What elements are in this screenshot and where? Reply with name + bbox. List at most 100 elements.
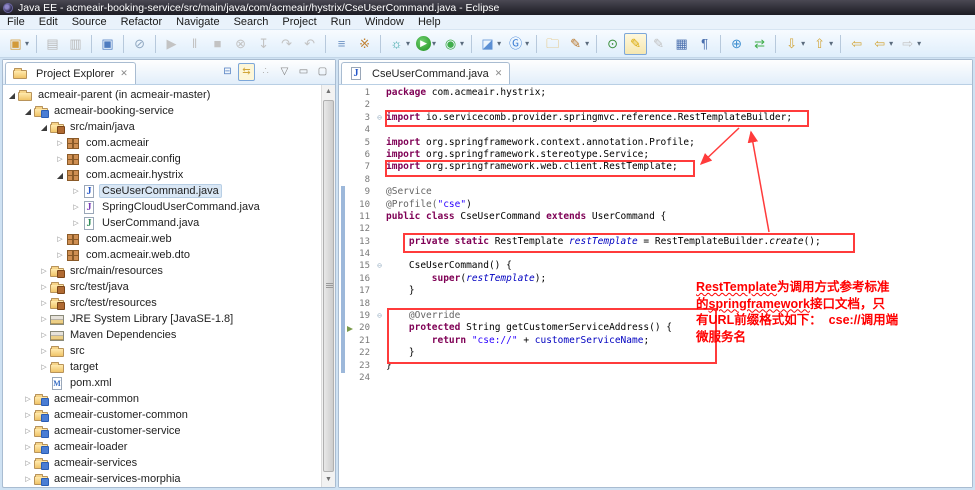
new-button[interactable]: ▣▾: [4, 33, 32, 55]
tree-item-acmeair-customer-common[interactable]: ▷acmeair-customer-common: [3, 407, 321, 423]
expand-arrow-icon[interactable]: ▷: [39, 315, 49, 323]
tree-item-com-acmeair[interactable]: ▷com.acmeair: [3, 135, 321, 151]
menu-file[interactable]: File: [0, 15, 32, 30]
run-button[interactable]: ▶▾: [413, 33, 439, 55]
menu-edit[interactable]: Edit: [32, 15, 65, 30]
maximize-button[interactable]: ▢: [314, 63, 331, 81]
forward-button[interactable]: ⇨▾: [896, 33, 924, 55]
expand-arrow-icon[interactable]: ▷: [39, 331, 49, 339]
project-tree[interactable]: ◢acmeair-parent (in acmeair-master)◢acme…: [3, 85, 321, 487]
tree-item-acmeair-services[interactable]: ▷acmeair-services: [3, 455, 321, 471]
show-source-table-button[interactable]: ▦: [670, 33, 693, 55]
fold-minus-icon[interactable]: ⊖: [373, 310, 386, 322]
expand-arrow-icon[interactable]: ▷: [23, 427, 33, 435]
tree-item-maven-dependencies[interactable]: ▷Maven Dependencies: [3, 327, 321, 343]
link-with-editor-button[interactable]: ⇆: [238, 63, 255, 81]
search-javadoc-button[interactable]: ✎▾: [564, 33, 592, 55]
new-web-project-button[interactable]: ◪▾: [476, 33, 504, 55]
expand-arrow-icon[interactable]: ▷: [23, 411, 33, 419]
import-button[interactable]: ⇩▾: [780, 33, 808, 55]
synchronize-button[interactable]: ⇄: [748, 33, 771, 55]
collapse-arrow-icon[interactable]: ◢: [39, 123, 49, 132]
expand-arrow-icon[interactable]: ▷: [55, 139, 65, 147]
tree-item-src-main-java[interactable]: ◢src/main/java: [3, 119, 321, 135]
tree-item-acmeair-loader[interactable]: ▷acmeair-loader: [3, 439, 321, 455]
menu-source[interactable]: Source: [65, 15, 114, 30]
focus-on-active-task-button[interactable]: ∴: [257, 63, 274, 81]
coverage-button[interactable]: ◉▾: [439, 33, 467, 55]
menu-navigate[interactable]: Navigate: [169, 15, 226, 30]
menu-run[interactable]: Run: [324, 15, 358, 30]
expand-arrow-icon[interactable]: ▷: [39, 283, 49, 291]
expand-arrow-icon[interactable]: ▷: [23, 475, 33, 483]
save-button[interactable]: ▤: [41, 33, 64, 55]
resume-button[interactable]: ▶: [160, 33, 183, 55]
tree-item-com-acmeair-web-dto[interactable]: ▷com.acmeair.web.dto: [3, 247, 321, 263]
collapse-arrow-icon[interactable]: ◢: [23, 107, 33, 116]
menu-refactor[interactable]: Refactor: [114, 15, 170, 30]
menu-window[interactable]: Window: [358, 15, 411, 30]
tree-item-src-test-resources[interactable]: ▷src/test/resources: [3, 295, 321, 311]
tree-item-pom-xml[interactable]: Mpom.xml: [3, 375, 321, 391]
tree-item-src-main-resources[interactable]: ▷src/main/resources: [3, 263, 321, 279]
step-into-button[interactable]: ↧: [252, 33, 275, 55]
fold-minus-icon[interactable]: ⊖: [373, 112, 386, 124]
expand-arrow-icon[interactable]: ▷: [71, 219, 81, 227]
tab-cseusercommand-java[interactable]: J CseUserCommand.java ✕: [341, 62, 510, 84]
open-resource-button[interactable]: 🗀: [541, 33, 564, 55]
terminate-button[interactable]: ■: [206, 33, 229, 55]
tree-item-acmeair-parent-in-acmeair-master[interactable]: ◢acmeair-parent (in acmeair-master): [3, 87, 321, 103]
expand-arrow-icon[interactable]: ▷: [23, 443, 33, 451]
expand-arrow-icon[interactable]: ▷: [55, 155, 65, 163]
expand-arrow-icon[interactable]: ▷: [39, 347, 49, 355]
step-return-button[interactable]: ↶: [298, 33, 321, 55]
tree-item-acmeair-customer-service[interactable]: ▷acmeair-customer-service: [3, 423, 321, 439]
mark-occurrences-button[interactable]: ✎: [624, 33, 647, 55]
expand-arrow-icon[interactable]: ▷: [39, 299, 49, 307]
suspend-button[interactable]: ‖: [183, 33, 206, 55]
show-whitespace-button[interactable]: ¶: [693, 33, 716, 55]
tree-item-cseusercommand-java[interactable]: ▷JCseUserCommand.java: [3, 183, 321, 199]
external-tools-button[interactable]: ※: [353, 33, 376, 55]
expand-arrow-icon[interactable]: ▷: [23, 395, 33, 403]
save-all-button[interactable]: ▥: [64, 33, 87, 55]
fold-minus-icon[interactable]: ⊖: [373, 260, 386, 272]
debug-button[interactable]: ☼▾: [385, 33, 413, 55]
tree-item-com-acmeair-hystrix[interactable]: ◢com.acmeair.hystrix: [3, 167, 321, 183]
collapse-arrow-icon[interactable]: ◢: [55, 171, 65, 180]
export-button[interactable]: ⇧▾: [808, 33, 836, 55]
tab-project-explorer[interactable]: Project Explorer ✕: [5, 62, 136, 84]
show-selected-element-only-button[interactable]: ✎: [647, 33, 670, 55]
menu-project[interactable]: Project: [275, 15, 323, 30]
tree-item-src-test-java[interactable]: ▷src/test/java: [3, 279, 321, 295]
run-history-button[interactable]: ≡: [330, 33, 353, 55]
expand-arrow-icon[interactable]: ▷: [55, 235, 65, 243]
expand-arrow-icon[interactable]: ▷: [71, 187, 81, 195]
pin-editor-button[interactable]: ⊙: [601, 33, 624, 55]
tree-item-usercommand-java[interactable]: ▷JUserCommand.java: [3, 215, 321, 231]
tree-item-src[interactable]: ▷src: [3, 343, 321, 359]
tree-item-acmeair-services-morphia[interactable]: ▷acmeair-services-morphia: [3, 471, 321, 487]
view-menu-button[interactable]: ▽: [276, 63, 293, 81]
expand-arrow-icon[interactable]: ▷: [39, 267, 49, 275]
last-edit-location-button[interactable]: ⇦: [845, 33, 868, 55]
close-icon[interactable]: ✕: [118, 68, 128, 79]
open-console-button[interactable]: ▣: [96, 33, 119, 55]
close-icon[interactable]: ✕: [493, 68, 503, 79]
expand-arrow-icon[interactable]: ▷: [39, 363, 49, 371]
expand-arrow-icon[interactable]: ▷: [23, 459, 33, 467]
tree-item-acmeair-common[interactable]: ▷acmeair-common: [3, 391, 321, 407]
tree-item-acmeair-booking-service[interactable]: ◢acmeair-booking-service: [3, 103, 321, 119]
scrollbar-thumb[interactable]: [323, 100, 334, 472]
tree-item-com-acmeair-config[interactable]: ▷com.acmeair.config: [3, 151, 321, 167]
tree-item-springcloudusercommand-java[interactable]: ▷JSpringCloudUserCommand.java: [3, 199, 321, 215]
tree-scrollbar[interactable]: ▲ ▼: [321, 85, 335, 487]
collapse-all-button[interactable]: ⊟: [219, 63, 236, 81]
collapse-arrow-icon[interactable]: ◢: [7, 91, 17, 100]
tree-item-com-acmeair-web[interactable]: ▷com.acmeair.web: [3, 231, 321, 247]
menu-search[interactable]: Search: [227, 15, 276, 30]
scroll-down-icon[interactable]: ▼: [322, 473, 335, 487]
menu-help[interactable]: Help: [411, 15, 448, 30]
expand-arrow-icon[interactable]: ▷: [55, 251, 65, 259]
open-web-browser-button[interactable]: ⊕: [725, 33, 748, 55]
